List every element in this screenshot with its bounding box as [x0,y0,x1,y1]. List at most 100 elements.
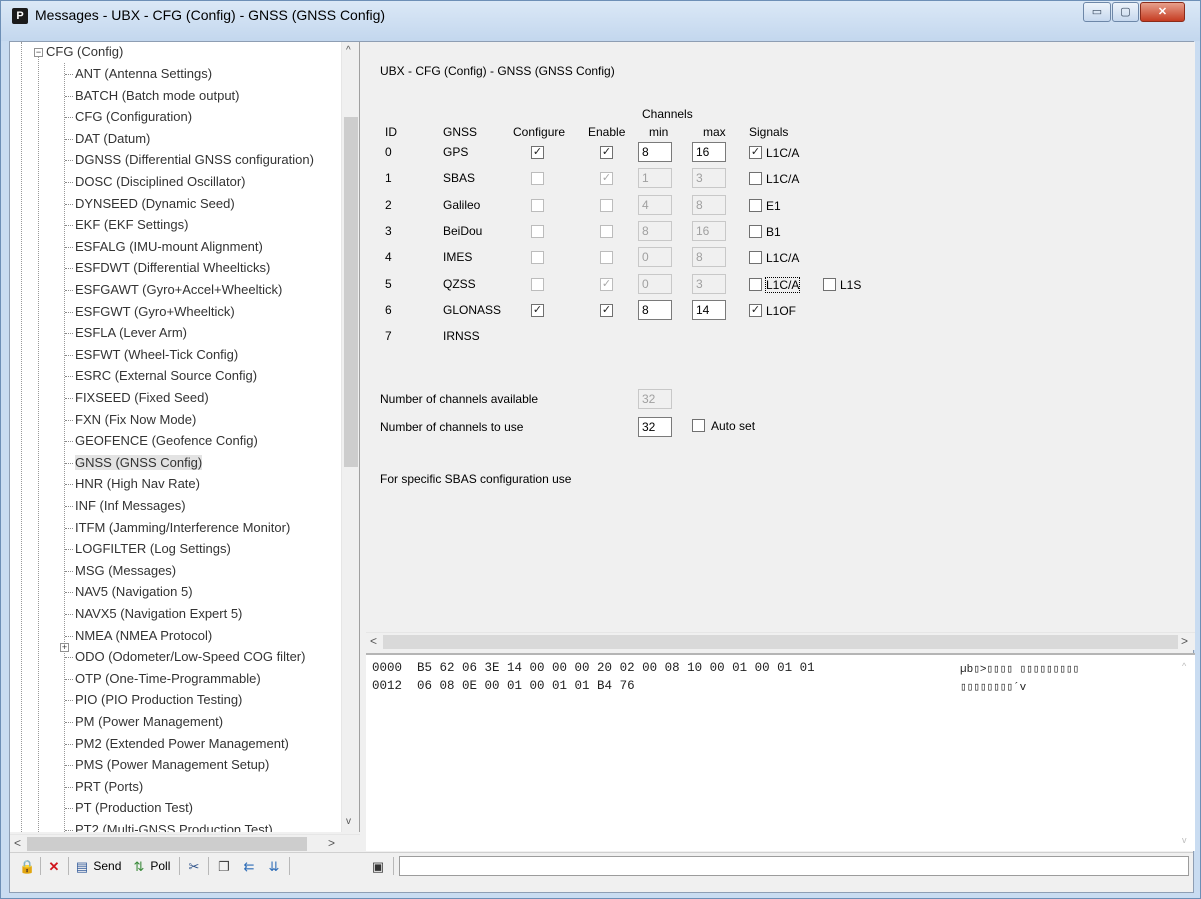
tree-item[interactable]: DGNSS (Differential GNSS configuration) [65,149,314,170]
min-channels-field: 0 [638,273,672,294]
max-channels-field[interactable]: 16 [692,142,726,162]
tree-item[interactable]: GNSS (GNSS Config) [65,452,203,473]
tree-item[interactable]: HNR (High Nav Rate) [65,473,200,494]
maximize-button[interactable]: ▢ [1112,2,1139,22]
tree-item[interactable]: BATCH (Batch mode output) [65,85,240,106]
scroll-right-icon[interactable]: > [1181,634,1188,648]
tree-item[interactable]: INF (Inf Messages) [65,495,186,516]
tree-item[interactable]: EKF (EKF Settings) [65,214,188,235]
tree-item-cfg-root[interactable]: CFG (Config) [46,42,123,62]
tree-item[interactable]: PMS (Power Management Setup) [65,754,269,775]
binoculars-button[interactable]: ▣ [370,856,386,876]
tree-item[interactable]: MSG (Messages) [65,560,176,581]
tree-item[interactable]: ESFLA (Lever Arm) [65,322,187,343]
configure-checkbox[interactable] [531,277,544,291]
tree-item[interactable]: DAT (Datum) [65,128,150,149]
scroll-right-icon[interactable]: > [328,836,335,850]
gnss-name: QZSS [443,276,476,291]
tree-item[interactable]: NMEA (NMEA Protocol) [65,625,212,646]
min-channels-field[interactable]: 8 [638,142,672,162]
scroll-down-icon[interactable]: v [1182,835,1187,845]
tree-item[interactable]: OTP (One-Time-Programmable) [65,668,261,689]
signal-checkbox[interactable]: ✓ [749,303,762,317]
scroll-up-icon[interactable]: ^ [346,45,351,56]
tree-expand-icon[interactable]: + [60,643,69,652]
tree-item[interactable]: PM (Power Management) [65,711,223,732]
configure-checkbox[interactable] [531,198,544,212]
tree-item[interactable]: GEOFENCE (Geofence Config) [65,430,258,451]
tree-item[interactable]: ANT (Antenna Settings) [65,63,212,84]
tree-item[interactable]: ESFGWT (Gyro+Wheeltick) [65,301,235,322]
tree-item[interactable]: ESFDWT (Differential Wheelticks) [65,257,270,278]
scroll-down-icon[interactable]: v [346,816,351,827]
tree-item[interactable]: PIO (PIO Production Testing) [65,689,242,710]
max-channels-field[interactable]: 14 [692,299,726,320]
tree-connector [65,290,73,292]
import-icon: ⇇ [243,858,255,874]
enable-checkbox[interactable]: ✓ [600,303,613,317]
signal-checkbox[interactable] [749,198,762,212]
tree-item[interactable]: NAVX5 (Navigation Expert 5) [65,603,242,624]
tree-item[interactable]: ESFALG (IMU-mount Alignment) [65,236,263,257]
signal-checkbox[interactable] [823,277,836,291]
copy-button[interactable]: ❐ [216,856,232,876]
scrollbar-track[interactable] [383,635,1178,649]
tree-item[interactable]: ESRC (External Source Config) [65,365,257,386]
title-bar[interactable]: P Messages - UBX - CFG (Config) - GNSS (… [1,1,1200,41]
min-channels-field[interactable]: 8 [638,299,672,320]
tree-item[interactable]: FIXSEED (Fixed Seed) [65,387,209,408]
tree-guide-line [38,56,39,832]
poll-button[interactable]: ⇅ Poll [131,856,171,876]
signal-checkbox[interactable] [749,251,762,265]
tree-item[interactable]: PRT (Ports) [65,776,143,797]
tools-button[interactable]: ✂ [186,856,202,876]
tree-item[interactable]: NAV5 (Navigation 5) [65,581,193,602]
lock-button[interactable]: 🔒 [19,856,35,876]
tree-item[interactable]: ITFM (Jamming/Interference Monitor) [65,517,290,538]
tree-item[interactable]: DOSC (Disciplined Oscillator) [65,171,245,192]
tree-item-label: FXN (Fix Now Mode) [75,411,197,427]
signal-checkbox[interactable]: ✓ [749,146,762,159]
minimize-button[interactable]: ▭ [1083,2,1111,22]
enable-checkbox[interactable]: ✓ [600,146,613,159]
signal-checkbox[interactable] [749,224,762,238]
configure-checkbox[interactable] [531,251,544,265]
tree-item[interactable]: DYNSEED (Dynamic Seed) [65,193,235,214]
hex-vertical-scrollbar[interactable]: ^ v [1178,655,1195,851]
configure-checkbox[interactable]: ✓ [531,303,544,317]
tree-item[interactable]: PT (Production Test) [65,797,193,818]
configure-checkbox[interactable] [531,172,544,186]
tree-item[interactable]: ODO (Odometer/Low-Speed COG filter) [65,646,305,667]
configure-checkbox[interactable]: ✓ [531,146,544,159]
tree-collapse-icon[interactable]: − [34,48,43,57]
close-button[interactable]: ✕ [1140,2,1185,22]
signal-checkbox[interactable] [749,277,762,291]
channels-to-use-field[interactable]: 32 [638,417,672,437]
delete-button[interactable]: ✕ [46,856,62,876]
scrollbar-thumb[interactable] [27,837,307,851]
tree-vertical-scrollbar[interactable]: ^ v [341,42,359,832]
send-button[interactable]: ▤ Send [74,856,122,876]
scroll-up-icon[interactable]: ^ [1182,661,1186,671]
lock-icon: 🔒 [19,858,36,874]
tree-item[interactable]: PM2 (Extended Power Management) [65,733,289,754]
signal-checkbox[interactable] [749,172,762,186]
configure-checkbox[interactable] [531,224,544,238]
hex-ascii: µb▯>▯▯▯▯ ▯▯▯▯▯▯▯▯▯ [960,664,1080,676]
import-button[interactable]: ⇇ [241,856,257,876]
tree-item[interactable]: FXN (Fix Now Mode) [65,409,196,430]
scroll-left-icon[interactable]: < [14,836,21,850]
tree-item[interactable]: LOGFILTER (Log Settings) [65,538,231,559]
message-tree[interactable]: − CFG (Config) ANT (Antenna Settings) BAT… [10,42,360,832]
export-button[interactable]: ⇊ [266,856,282,876]
tree-item[interactable]: CFG (Configuration) [65,106,192,127]
hex-dump-pane[interactable]: 0000 B5 62 06 3E 14 00 00 00 20 02 00 08… [366,653,1195,851]
tree-horizontal-scrollbar[interactable]: < > [10,834,360,852]
auto-set-checkbox[interactable] [692,419,705,432]
tree-item[interactable]: PT2 (Multi-GNSS Production Test) [65,819,273,832]
config-horizontal-scrollbar[interactable]: < > [366,632,1195,650]
scroll-left-icon[interactable]: < [370,634,377,648]
tree-item[interactable]: ESFWT (Wheel-Tick Config) [65,344,238,365]
scrollbar-thumb[interactable] [344,117,358,467]
tree-item[interactable]: ESFGAWT (Gyro+Accel+Wheeltick) [65,279,282,300]
